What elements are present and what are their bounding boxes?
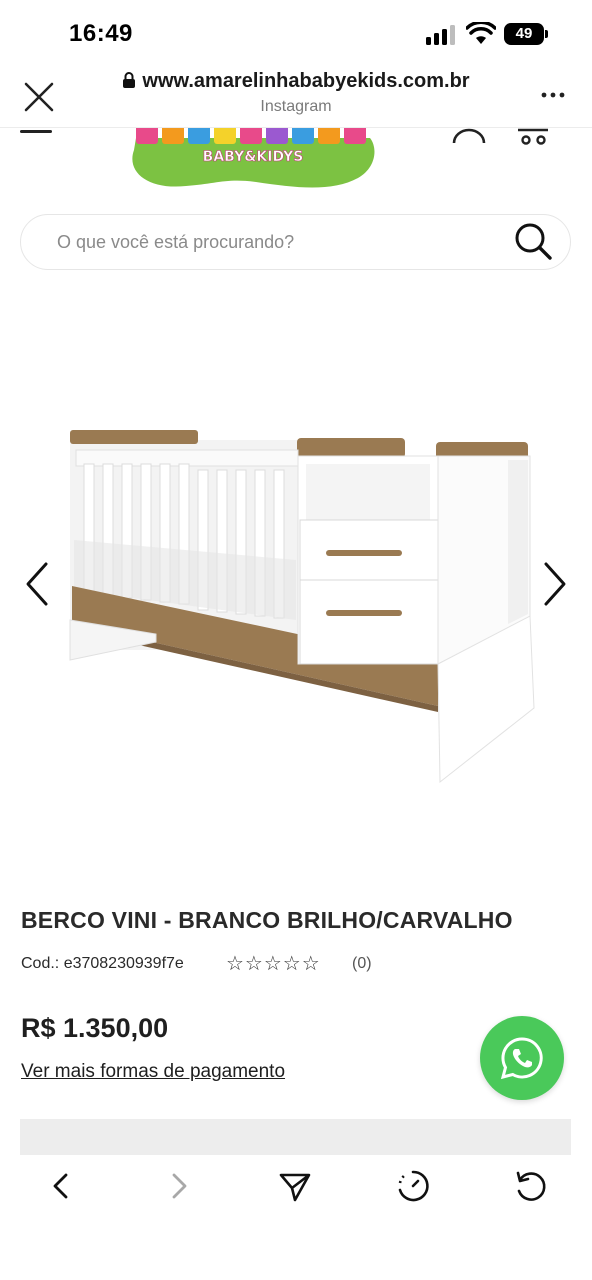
- whatsapp-button[interactable]: [480, 1016, 564, 1100]
- menu-icon[interactable]: [20, 128, 54, 136]
- whatsapp-icon: [500, 1037, 543, 1080]
- url-bar[interactable]: www.amarelinhababyekids.com.br: [0, 70, 592, 93]
- site-header: BABY&KIDYS: [0, 128, 592, 200]
- rating-stars[interactable]: ☆☆☆☆☆: [226, 951, 321, 976]
- reload-icon[interactable]: [514, 1169, 548, 1203]
- source-label: Instagram: [260, 98, 332, 115]
- wifi-icon: [466, 22, 496, 44]
- chevron-left-icon[interactable]: [22, 560, 54, 608]
- chevron-right-icon[interactable]: [538, 560, 570, 608]
- search-bar: [20, 214, 571, 270]
- browser-header: www.amarelinhababyekids.com.br Instagram: [0, 62, 592, 128]
- status-time: 16:49: [69, 20, 133, 47]
- product-price: R$ 1.350,00: [21, 1013, 169, 1043]
- signal-icon: [426, 25, 455, 45]
- user-icon[interactable]: [452, 128, 486, 144]
- lock-icon: [123, 72, 136, 88]
- send-icon[interactable]: [278, 1169, 312, 1203]
- review-count[interactable]: (0): [352, 955, 372, 973]
- product-image[interactable]: [60, 420, 540, 790]
- logo[interactable]: BABY&KIDYS: [126, 128, 380, 192]
- payment-options-link[interactable]: Ver mais formas de pagamento: [21, 1061, 285, 1083]
- cart-icon[interactable]: [516, 128, 550, 146]
- status-bar: 16:49 49: [0, 0, 592, 62]
- url-text: www.amarelinhababyekids.com.br: [142, 70, 470, 92]
- logo-subtext: BABY&KIDYS: [203, 149, 304, 165]
- forward-icon[interactable]: [162, 1169, 196, 1203]
- product-title: BERCO VINI - BRANCO BRILHO/CARVALHO: [21, 907, 513, 933]
- section-panel: [20, 1119, 571, 1159]
- back-icon[interactable]: [44, 1169, 78, 1203]
- browser-toolbar: [0, 1155, 592, 1280]
- search-icon[interactable]: [513, 221, 553, 261]
- history-icon[interactable]: [396, 1169, 430, 1203]
- product-code: Cod.: e3708230939f7e: [21, 955, 184, 972]
- battery-nub: [545, 30, 548, 38]
- battery-indicator: 49: [504, 23, 544, 45]
- search-input[interactable]: [57, 215, 487, 269]
- more-icon[interactable]: [540, 86, 566, 104]
